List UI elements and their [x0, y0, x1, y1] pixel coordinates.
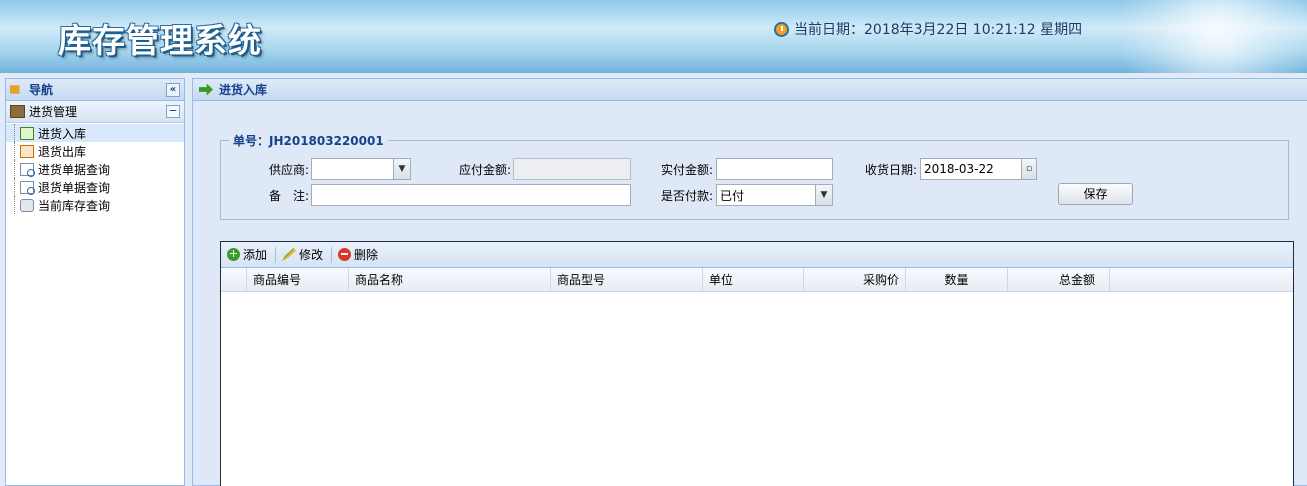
- delete-button[interactable]: 删除: [338, 246, 378, 263]
- main-panel: 进货入库 单号：JH201803220001 供应商: ▼ 应付金额: 实付金额…: [192, 78, 1307, 486]
- remark-input[interactable]: [311, 184, 631, 206]
- nav-tree: 进货入库 退货出库 进货单据查询 退货单据查询 当前库存查询: [6, 123, 184, 214]
- supplier-select[interactable]: ▼: [311, 158, 411, 180]
- module-icon: [10, 105, 25, 118]
- app-header: 库存管理系统 当前日期： 2018年3月22日 10:21:12 星期四: [0, 0, 1307, 73]
- nav-item-return-query[interactable]: 退货单据查询: [6, 178, 184, 196]
- chevron-down-icon[interactable]: ▼: [393, 159, 410, 179]
- actual-paid-field: 实付金额:: [657, 158, 833, 180]
- column-header[interactable]: 数量: [906, 268, 1008, 291]
- nav-item-label: 退货出库: [38, 144, 87, 159]
- edit-label: 修改: [299, 248, 324, 262]
- plus-icon: +: [227, 247, 240, 261]
- remark-field: 备 注:: [263, 184, 631, 206]
- database-icon: [20, 198, 34, 212]
- column-header[interactable]: 商品型号: [551, 268, 703, 291]
- supplier-field: 供应商: ▼: [263, 158, 411, 180]
- navigation-header: 导航 «: [6, 79, 184, 101]
- order-number: 单号：JH201803220001: [233, 134, 384, 148]
- nav-item-return-out[interactable]: 退货出库: [6, 142, 184, 160]
- pencil-icon: [282, 248, 297, 261]
- column-header[interactable]: 采购价: [804, 268, 906, 291]
- document-search-icon: [20, 162, 35, 177]
- payable-label: 应付金额:: [458, 162, 511, 177]
- receive-date-picker[interactable]: 2018-03-22 ▫: [920, 158, 1037, 180]
- minus-circle-icon: [338, 248, 352, 261]
- paid-status-label: 是否付款:: [660, 188, 713, 203]
- clock-icon: [774, 21, 789, 37]
- current-date-value: 2018年3月22日 10:21:12 星期四: [864, 22, 1083, 38]
- receive-date-value: 2018-03-22: [924, 162, 994, 176]
- paid-status-select[interactable]: 已付 ▼: [716, 184, 833, 206]
- main-panel-title: 进货入库: [219, 83, 268, 97]
- items-grid: + 添加 修改 删除 商品编号 商品名称 商品型号 单位 采购价 数量 总金额: [220, 241, 1294, 486]
- chevron-down-icon[interactable]: ▼: [815, 185, 832, 205]
- save-button[interactable]: 保存: [1058, 183, 1133, 205]
- nav-item-label: 当前库存查询: [38, 198, 111, 213]
- actual-paid-label: 实付金额:: [660, 162, 713, 177]
- app-title: 库存管理系统: [58, 21, 262, 60]
- grid-body: [221, 292, 1293, 486]
- column-header[interactable]: 总金额: [1008, 268, 1110, 291]
- nav-item-purchase-in[interactable]: 进货入库: [6, 124, 184, 142]
- navigation-title: 导航: [29, 83, 54, 97]
- add-button[interactable]: + 添加: [227, 246, 267, 263]
- paid-status-value: 已付: [720, 188, 745, 203]
- nav-item-stock-query[interactable]: 当前库存查询: [6, 196, 184, 214]
- nav-item-purchase-query[interactable]: 进货单据查询: [6, 160, 184, 178]
- current-date: 当前日期： 2018年3月22日 10:21:12 星期四: [774, 19, 1082, 39]
- column-header[interactable]: 单位: [703, 268, 804, 291]
- calendar-icon[interactable]: ▫: [1021, 159, 1036, 179]
- nav-item-label: 进货单据查询: [38, 162, 111, 177]
- nav-item-label: 退货单据查询: [38, 180, 111, 195]
- accordion-title: 进货管理: [29, 105, 78, 119]
- nav-item-label: 进货入库: [38, 126, 87, 141]
- supplier-label: 供应商:: [268, 162, 309, 177]
- payable-field: 应付金额:: [451, 158, 631, 180]
- add-label: 添加: [243, 248, 268, 262]
- paid-status-field: 是否付款: 已付 ▼: [657, 184, 833, 206]
- arrow-right-icon: [20, 126, 34, 140]
- toolbar-separator: [331, 246, 333, 263]
- arrow-left-icon: [20, 144, 34, 158]
- grid-header: 商品编号 商品名称 商品型号 单位 采购价 数量 总金额: [221, 268, 1293, 292]
- receive-date-label: 收货日期:: [864, 162, 917, 177]
- accordion-toggle-button[interactable]: −: [166, 105, 180, 118]
- grid-toolbar: + 添加 修改 删除: [221, 242, 1293, 268]
- globe-decoration: [1097, 0, 1307, 73]
- delete-label: 删除: [354, 248, 379, 262]
- main-panel-header: 进货入库: [193, 79, 1307, 101]
- toolbar-separator: [275, 246, 277, 263]
- navigation-panel: 导航 « 进货管理 − 进货入库 退货出库 进货单据查询 退货单据查询 当前库存…: [5, 78, 185, 486]
- document-search-icon: [20, 180, 35, 195]
- column-header[interactable]: 商品名称: [349, 268, 551, 291]
- collapse-navigation-button[interactable]: «: [166, 83, 180, 97]
- edit-button[interactable]: 修改: [282, 246, 323, 263]
- remark-label: 备 注:: [268, 188, 309, 203]
- column-header[interactable]: 商品编号: [247, 268, 349, 291]
- actual-paid-input[interactable]: [716, 158, 833, 180]
- current-date-label: 当前日期：: [794, 22, 864, 38]
- signpost-icon: [10, 85, 26, 94]
- accordion-purchase-management[interactable]: 进货管理 −: [6, 101, 184, 123]
- row-number-column: [221, 268, 247, 291]
- arrow-right-icon: [199, 83, 213, 96]
- receive-date-field: 收货日期: 2018-03-22 ▫: [861, 158, 1037, 180]
- payable-amount-input: [513, 158, 631, 180]
